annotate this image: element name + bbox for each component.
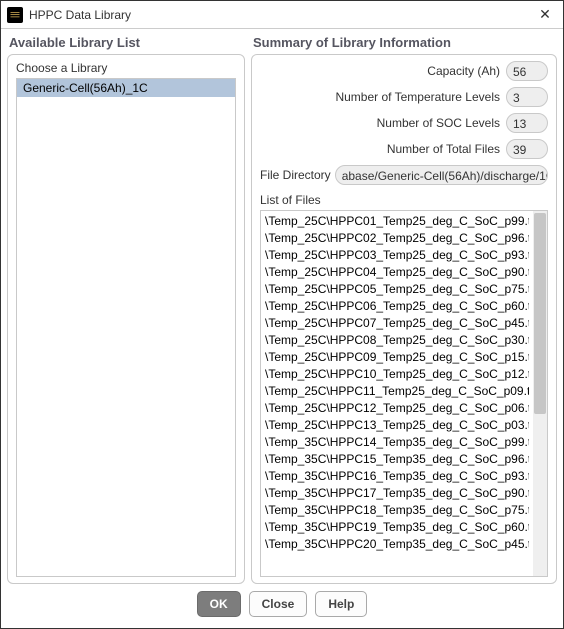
file-item[interactable]: \Temp_25C\HPPC13_Temp25_deg_C_SoC_p03.tx… (265, 417, 529, 434)
available-library-frame: Choose a Library Generic-Cell(56Ah)_1C (7, 54, 245, 584)
temp-levels-value: 3 (506, 87, 548, 107)
capacity-label: Capacity (Ah) (260, 64, 506, 78)
file-directory-value: abase/Generic-Cell(56Ah)/discharge/1C (335, 165, 548, 185)
file-item[interactable]: \Temp_25C\HPPC08_Temp25_deg_C_SoC_p30.tx… (265, 332, 529, 349)
file-item[interactable]: \Temp_25C\HPPC01_Temp25_deg_C_SoC_p99.tx… (265, 213, 529, 230)
temp-levels-label: Number of Temperature Levels (260, 90, 506, 104)
file-item[interactable]: \Temp_25C\HPPC04_Temp25_deg_C_SoC_p90.tx… (265, 264, 529, 281)
app-icon (7, 7, 23, 23)
summary-frame: Capacity (Ah) 56 Number of Temperature L… (251, 54, 557, 584)
available-library-title: Available Library List (7, 33, 245, 54)
file-item[interactable]: \Temp_25C\HPPC07_Temp25_deg_C_SoC_p45.tx… (265, 315, 529, 332)
file-directory-label: File Directory (260, 168, 335, 182)
file-item[interactable]: \Temp_25C\HPPC09_Temp25_deg_C_SoC_p15.tx… (265, 349, 529, 366)
library-listbox[interactable]: Generic-Cell(56Ah)_1C (16, 78, 236, 577)
close-button[interactable]: Close (249, 591, 308, 617)
files-listbox[interactable]: \Temp_25C\HPPC01_Temp25_deg_C_SoC_p99.tx… (260, 210, 548, 577)
total-files-row: Number of Total Files 39 (260, 139, 548, 159)
file-item[interactable]: \Temp_25C\HPPC03_Temp25_deg_C_SoC_p93.tx… (265, 247, 529, 264)
ok-button[interactable]: OK (197, 591, 241, 617)
file-item[interactable]: \Temp_25C\HPPC12_Temp25_deg_C_SoC_p06.tx… (265, 400, 529, 417)
summary-title: Summary of Library Information (251, 33, 557, 54)
file-item[interactable]: \Temp_35C\HPPC20_Temp35_deg_C_SoC_p45.tx… (265, 536, 529, 553)
help-button[interactable]: Help (315, 591, 367, 617)
temp-levels-row: Number of Temperature Levels 3 (260, 87, 548, 107)
total-files-value: 39 (506, 139, 548, 159)
file-item[interactable]: \Temp_35C\HPPC15_Temp35_deg_C_SoC_p96.tx… (265, 451, 529, 468)
file-item[interactable]: \Temp_25C\HPPC05_Temp25_deg_C_SoC_p75.tx… (265, 281, 529, 298)
capacity-value: 56 (506, 61, 548, 81)
file-directory-row: File Directory abase/Generic-Cell(56Ah)/… (260, 165, 548, 185)
file-item[interactable]: \Temp_25C\HPPC06_Temp25_deg_C_SoC_p60.tx… (265, 298, 529, 315)
file-item[interactable]: \Temp_25C\HPPC11_Temp25_deg_C_SoC_p09.tx… (265, 383, 529, 400)
file-item[interactable]: \Temp_35C\HPPC16_Temp35_deg_C_SoC_p93.tx… (265, 468, 529, 485)
dialog-window: HPPC Data Library ✕ Available Library Li… (0, 0, 564, 629)
available-library-panel: Available Library List Choose a Library … (7, 33, 245, 584)
scrollbar-track[interactable] (533, 211, 547, 576)
file-item[interactable]: \Temp_35C\HPPC17_Temp35_deg_C_SoC_p90.tx… (265, 485, 529, 502)
dialog-body: Available Library List Choose a Library … (1, 29, 563, 584)
file-item[interactable]: \Temp_35C\HPPC18_Temp35_deg_C_SoC_p75.tx… (265, 502, 529, 519)
close-icon[interactable]: ✕ (533, 3, 557, 27)
total-files-label: Number of Total Files (260, 142, 506, 156)
file-item[interactable]: \Temp_25C\HPPC10_Temp25_deg_C_SoC_p12.tx… (265, 366, 529, 383)
files-list-content: \Temp_25C\HPPC01_Temp25_deg_C_SoC_p99.tx… (261, 211, 533, 576)
file-item[interactable]: \Temp_35C\HPPC19_Temp35_deg_C_SoC_p60.tx… (265, 519, 529, 536)
dialog-footer: OK Close Help (1, 584, 563, 628)
summary-panel: Summary of Library Information Capacity … (251, 33, 557, 584)
capacity-row: Capacity (Ah) 56 (260, 61, 548, 81)
titlebar: HPPC Data Library ✕ (1, 1, 563, 29)
file-item[interactable]: \Temp_35C\HPPC14_Temp35_deg_C_SoC_p99.tx… (265, 434, 529, 451)
soc-levels-row: Number of SOC Levels 13 (260, 113, 548, 133)
soc-levels-label: Number of SOC Levels (260, 116, 506, 130)
library-item[interactable]: Generic-Cell(56Ah)_1C (17, 79, 235, 97)
scrollbar-thumb[interactable] (534, 213, 546, 414)
choose-library-label: Choose a Library (16, 61, 236, 75)
soc-levels-value: 13 (506, 113, 548, 133)
window-title: HPPC Data Library (29, 8, 533, 22)
list-of-files-label: List of Files (260, 193, 548, 207)
file-item[interactable]: \Temp_25C\HPPC02_Temp25_deg_C_SoC_p96.tx… (265, 230, 529, 247)
